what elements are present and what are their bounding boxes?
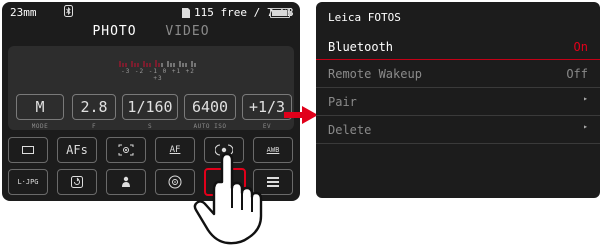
param-mode-caption: MODE — [31, 123, 49, 130]
param-shutter-value: 1/160 — [122, 94, 178, 120]
metering-button[interactable] — [106, 137, 146, 163]
menu-screen: Leica FOTOS Bluetooth On Remote Wakeup O… — [316, 2, 600, 198]
param-ev-caption: EV — [262, 123, 272, 130]
af-settings-icon: AF — [169, 145, 181, 155]
file-format-button[interactable]: L·JPG — [8, 169, 48, 195]
param-aperture-value: 2.8 — [72, 94, 116, 120]
ev-ticks — [119, 60, 196, 67]
status-bar: 23mm 115 free / 7 GB — [2, 2, 300, 22]
person-icon — [122, 176, 130, 187]
menu-item-label: Remote Wakeup — [328, 67, 422, 81]
bluetooth-icon — [64, 5, 73, 20]
menu-item-value: Off — [566, 67, 588, 81]
param-mode[interactable]: M MODE — [16, 94, 64, 130]
menu-item-label: Delete — [328, 123, 372, 137]
tab-photo[interactable]: PHOTO — [92, 24, 136, 39]
timer-icon — [168, 175, 182, 189]
param-iso-caption: AUTO ISO — [193, 123, 227, 130]
divider — [316, 115, 600, 116]
arrow-right-icon — [284, 106, 318, 124]
param-shutter[interactable]: 1/160 S — [122, 94, 178, 130]
divider — [316, 59, 600, 60]
file-format-icon: L·JPG — [17, 177, 39, 186]
sd-card-icon — [182, 7, 190, 18]
frame-format-button[interactable] — [8, 137, 48, 163]
chevron-right-icon: ▸ — [583, 94, 588, 103]
param-aperture-caption: F — [91, 123, 97, 130]
rect-frame-icon — [22, 146, 34, 154]
menu-icon — [267, 177, 279, 187]
divider — [316, 143, 600, 144]
menu-title: Leica FOTOS — [328, 11, 401, 24]
menu-item-bluetooth[interactable]: Bluetooth On — [316, 34, 600, 60]
af-mode-button[interactable]: AFs — [57, 137, 97, 163]
ev-scale-labels: -3 -2 -1 0 +1 +2 +3 — [121, 68, 195, 82]
drive-mode-button[interactable] — [57, 169, 97, 195]
param-iso[interactable]: 6400 AUTO ISO — [184, 94, 236, 130]
divider — [316, 87, 600, 88]
param-mode-value: M — [16, 94, 64, 120]
battery-icon — [270, 8, 292, 18]
menu-item-pair[interactable]: Pair ▸ — [316, 89, 600, 115]
param-aperture[interactable]: 2.8 F — [72, 94, 116, 130]
menu-item-delete[interactable]: Delete ▸ — [316, 117, 600, 143]
ev-scale: -3 -2 -1 0 +1 +2 +3 — [118, 60, 198, 82]
menu-item-label: Pair — [328, 95, 357, 109]
refresh-icon — [71, 176, 83, 188]
focal-length: 23mm — [10, 6, 37, 19]
chevron-right-icon: ▸ — [583, 122, 588, 131]
menu-item-remote-wakeup[interactable]: Remote Wakeup Off — [316, 61, 600, 87]
pointing-hand-icon — [193, 152, 263, 245]
user-profile-button[interactable] — [106, 169, 146, 195]
param-iso-value: 6400 — [184, 94, 236, 120]
param-shutter-caption: S — [147, 123, 153, 130]
metering-icon — [118, 144, 134, 156]
exposure-panel: -3 -2 -1 0 +1 +2 +3 M MODE 2.8 F 1/160 S… — [8, 46, 294, 130]
tab-video[interactable]: VIDEO — [165, 24, 209, 39]
menu-item-label: Bluetooth — [328, 40, 394, 54]
mode-tabs: PHOTO VIDEO — [2, 24, 300, 39]
menu-item-value: On — [573, 40, 588, 54]
awb-icon: AWB — [266, 146, 280, 154]
